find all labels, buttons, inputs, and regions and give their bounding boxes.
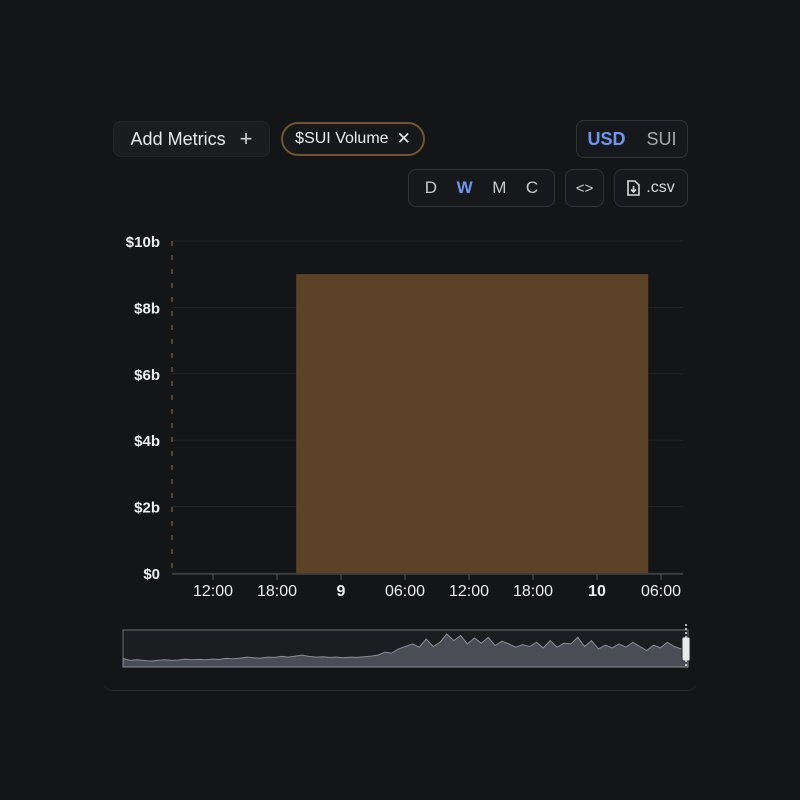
- csv-download-button[interactable]: .csv: [614, 169, 688, 207]
- close-icon[interactable]: ✕: [397, 129, 411, 149]
- period-option-c[interactable]: C: [526, 178, 538, 198]
- period-option-w[interactable]: W: [457, 178, 473, 198]
- currency-toggle: USD SUI: [576, 120, 688, 158]
- csv-label: .csv: [646, 179, 675, 196]
- add-metrics-label: Add Metrics: [130, 128, 226, 149]
- plus-icon: +: [239, 126, 253, 151]
- currency-option-sui[interactable]: SUI: [646, 129, 676, 150]
- period-selector: D W M C: [408, 169, 555, 207]
- metric-chip[interactable]: $SUI Volume ✕: [281, 122, 425, 156]
- file-download-icon: [627, 180, 641, 196]
- metric-chip-label: $SUI Volume: [295, 130, 389, 147]
- currency-option-usd[interactable]: USD: [587, 129, 625, 150]
- add-metrics-button[interactable]: Add Metrics +: [113, 121, 270, 157]
- embed-button[interactable]: <>: [565, 169, 604, 207]
- chart-panel: [103, 108, 697, 691]
- code-icon: <>: [575, 179, 594, 197]
- period-option-m[interactable]: M: [492, 178, 506, 198]
- period-option-d[interactable]: D: [425, 178, 437, 198]
